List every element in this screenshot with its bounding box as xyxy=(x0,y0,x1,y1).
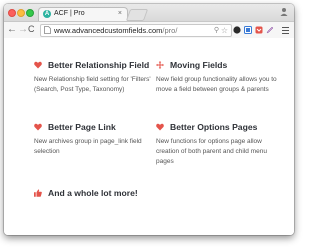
close-window-button[interactable] xyxy=(8,9,16,17)
zoom-icon[interactable]: ⚲ xyxy=(214,25,219,36)
profile-icon[interactable] xyxy=(280,7,288,16)
tab-close-icon[interactable]: × xyxy=(118,9,122,19)
maximize-window-button[interactable] xyxy=(26,9,34,17)
feature-title: And a whole lot more! xyxy=(48,188,138,198)
feature-moving-fields: Moving Fields New field group functional… xyxy=(156,60,281,93)
extension-pen-icon[interactable] xyxy=(266,26,274,34)
feature-description: New Relationship field setting for 'Filt… xyxy=(34,76,151,93)
menu-icon[interactable] xyxy=(282,25,289,34)
address-bar[interactable]: www.advancedcustomfields.com/pro/ ⚲ ☆ xyxy=(40,24,232,37)
page-icon xyxy=(44,26,51,34)
back-button[interactable]: ← xyxy=(7,23,17,36)
acf-favicon-icon: A xyxy=(43,10,51,18)
url-host: www.advancedcustomfields.com xyxy=(54,26,163,35)
new-tab-button[interactable] xyxy=(125,9,149,21)
tab-title: ACF | Pro xyxy=(54,10,85,17)
feature-description: New field group functionality allows you… xyxy=(156,76,277,93)
forward-button[interactable]: → xyxy=(18,23,28,36)
url-text: www.advancedcustomfields.com/pro/ xyxy=(54,25,177,36)
feature-options-pages: Better Options Pages New functions for o… xyxy=(156,122,281,165)
tab-bar: A ACF | Pro × xyxy=(4,4,294,22)
feature-description: New archives group in page_link field se… xyxy=(34,138,142,155)
extension-dark-icon[interactable] xyxy=(233,26,241,34)
browser-window: A ACF | Pro × ← → C www.advancedcustomfi… xyxy=(4,4,294,235)
feature-title: Better Options Pages xyxy=(170,122,258,132)
page-content: Better Relationship Field New Relationsh… xyxy=(4,38,294,235)
feature-description: New functions for options page allow cre… xyxy=(156,138,267,165)
url-path: /pro/ xyxy=(162,26,178,35)
heart-icon xyxy=(156,123,164,131)
extension-pocket-icon[interactable] xyxy=(255,26,263,34)
feature-title: Better Relationship Field xyxy=(48,60,150,70)
feature-more: And a whole lot more! xyxy=(34,188,159,200)
feature-page-link: Better Page Link New archives group in p… xyxy=(34,122,159,155)
move-arrows-icon xyxy=(156,61,164,69)
tab-acf-pro[interactable]: A ACF | Pro × xyxy=(38,7,128,22)
minimize-window-button[interactable] xyxy=(17,9,25,17)
feature-relationship-field: Better Relationship Field New Relationsh… xyxy=(34,60,159,93)
bookmark-star-icon[interactable]: ☆ xyxy=(221,25,228,36)
feature-title: Better Page Link xyxy=(48,122,116,132)
extension-blue-icon[interactable] xyxy=(244,26,252,34)
heart-icon xyxy=(34,123,42,131)
reload-button[interactable]: C xyxy=(28,23,35,36)
browser-toolbar: ← → C www.advancedcustomfields.com/pro/ … xyxy=(4,21,294,39)
feature-title: Moving Fields xyxy=(170,60,228,70)
heart-icon xyxy=(34,61,42,69)
thumbs-up-icon xyxy=(34,189,42,197)
